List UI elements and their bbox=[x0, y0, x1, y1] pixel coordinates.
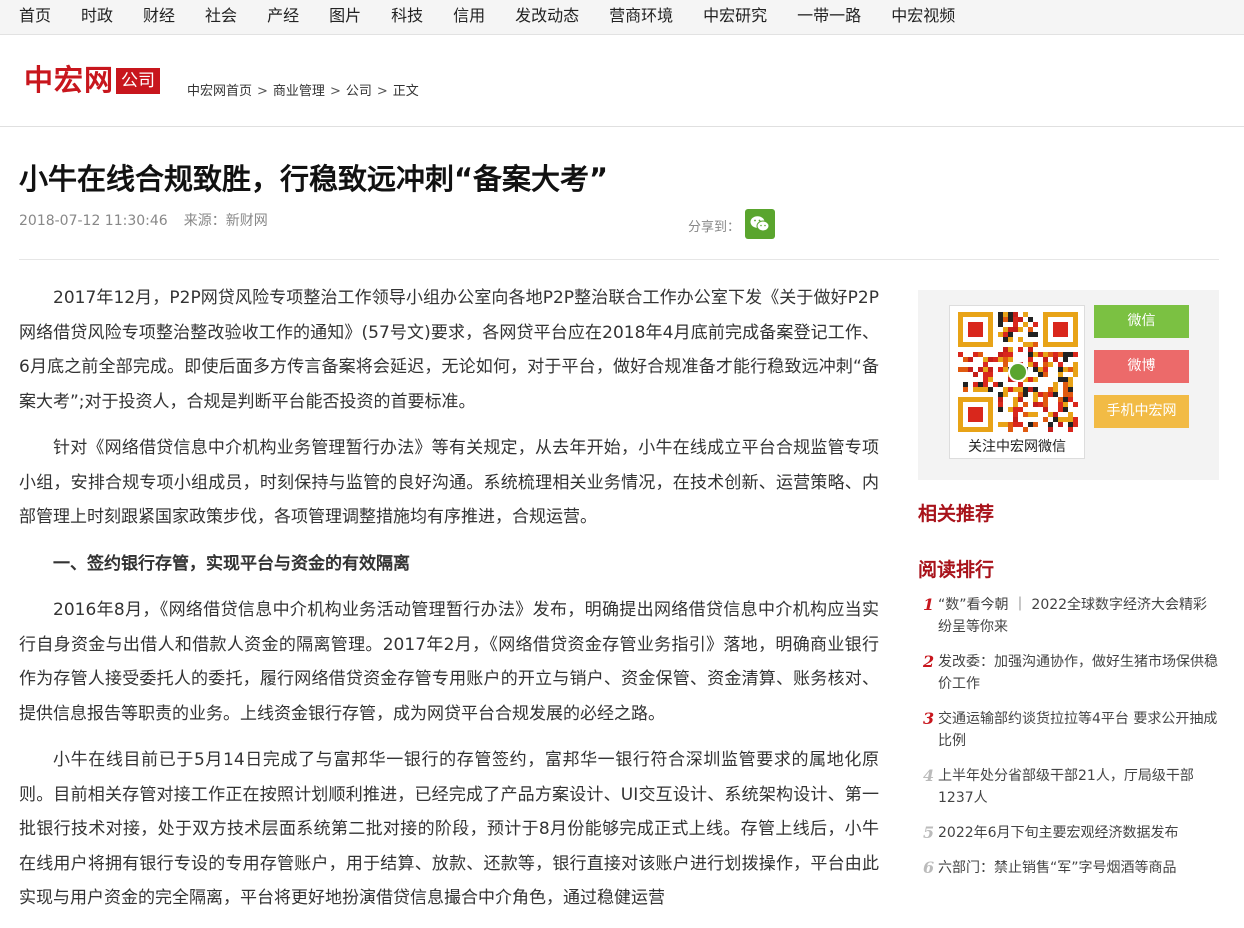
article-datetime: 2018-07-12 11:30:46 bbox=[19, 213, 168, 229]
breadcrumb: 中宏网首页 > 商业管理 > 公司 > 正文 bbox=[187, 80, 419, 99]
ranking-item[interactable]: 4 上半年处分省部级干部21人，厅局级干部1237人 bbox=[918, 765, 1218, 809]
ranking-item[interactable]: 3 交通运输部约谈货拉拉等4平台 要求公开抽成比例 bbox=[918, 708, 1218, 752]
article-paragraph: 小牛在线目前已于5月14日完成了与富邦华一银行的存管签约，富邦华一银行符合深圳监… bbox=[19, 750, 879, 908]
nav-item-ndrc[interactable]: 发改动态 bbox=[515, 0, 579, 32]
nav-item-business-env[interactable]: 营商环境 bbox=[609, 0, 673, 32]
follow-weibo-button[interactable]: 微博 bbox=[1094, 350, 1189, 383]
nav-item-politics[interactable]: 时政 bbox=[81, 0, 113, 32]
share-wechat-button[interactable] bbox=[745, 209, 775, 239]
top-nav: 首页 时政 财经 社会 产经 图片 科技 信用 发改动态 营商环境 中宏研究 一… bbox=[0, 0, 1244, 35]
breadcrumb-business[interactable]: 商业管理 bbox=[273, 84, 325, 99]
follow-mobile-button[interactable]: 手机中宏网 bbox=[1094, 395, 1189, 428]
top-nav-list: 首页 时政 财经 社会 产经 图片 科技 信用 发改动态 营商环境 中宏研究 一… bbox=[0, 0, 1244, 32]
ranking-item-text[interactable]: 发改委：加强沟通协作，做好生猪市场保供稳价工作 bbox=[938, 654, 1218, 692]
rank-number: 1 bbox=[923, 595, 935, 614]
article-subheading: 一、签约银行存管，实现平台与资金的有效隔离 bbox=[53, 553, 410, 574]
article-meta: 2018-07-12 11:30:46 来源：新财网 bbox=[19, 210, 268, 230]
nav-item-tech[interactable]: 科技 bbox=[391, 0, 423, 32]
related-heading: 相关推荐 bbox=[918, 503, 995, 525]
nav-item-credit[interactable]: 信用 bbox=[453, 0, 485, 32]
title-divider bbox=[19, 259, 1219, 260]
nav-item-video[interactable]: 中宏视频 bbox=[891, 0, 955, 32]
qr-code-icon bbox=[958, 312, 1078, 432]
nav-item-belt-road[interactable]: 一带一路 bbox=[797, 0, 861, 32]
article-body: 2017年12月，P2P网贷风险专项整治工作领导小组办公室向各地P2P整治联合工… bbox=[19, 281, 879, 928]
breadcrumb-home[interactable]: 中宏网首页 bbox=[187, 84, 252, 99]
rank-number: 6 bbox=[923, 858, 935, 877]
ranking-item[interactable]: 5 2022年6月下旬主要宏观经济数据发布 bbox=[918, 822, 1218, 844]
rank-number: 3 bbox=[923, 709, 935, 728]
article-paragraph: 2016年8月，《网络借贷信息中介机构业务活动管理暂行办法》发布，明确提出网络借… bbox=[19, 600, 879, 724]
breadcrumb-separator: > bbox=[257, 84, 268, 99]
follow-box: 关注中宏网微信 微信 微博 手机中宏网 bbox=[918, 290, 1219, 480]
breadcrumb-current: 正文 bbox=[392, 84, 419, 99]
ranking-item-text[interactable]: 2022年6月下旬主要宏观经济数据发布 bbox=[938, 825, 1179, 841]
rank-number: 2 bbox=[923, 652, 935, 671]
ranking-list: 1 “数”看今朝 ｜ 2022全球数字经济大会精彩纷呈等你来 2 发改委：加强沟通协… bbox=[918, 594, 1218, 892]
nav-item-society[interactable]: 社会 bbox=[205, 0, 237, 32]
ranking-item[interactable]: 6 六部门：禁止销售“军”字号烟酒等商品 bbox=[918, 857, 1218, 879]
nav-item-industry[interactable]: 产经 bbox=[267, 0, 299, 32]
article-paragraph: 针对《网络借贷信息中介机构业务管理暂行办法》等有关规定，从去年开始，小牛在线成立… bbox=[19, 438, 879, 527]
article-paragraph: 2017年12月，P2P网贷风险专项整治工作领导小组办公室向各地P2P整治联合工… bbox=[19, 288, 879, 412]
ranking-item-text[interactable]: “数”看今朝 ｜ 2022全球数字经济大会精彩纷呈等你来 bbox=[938, 597, 1207, 635]
rank-number: 5 bbox=[923, 823, 935, 842]
article-title: 小牛在线合规致胜，行稳致远冲刺“备案大考” bbox=[19, 162, 609, 196]
ranking-item-text[interactable]: 六部门：禁止销售“军”字号烟酒等商品 bbox=[938, 860, 1177, 876]
rank-number: 4 bbox=[923, 766, 935, 785]
breadcrumb-separator: > bbox=[329, 84, 341, 99]
article-source: 来源：新财网 bbox=[183, 213, 268, 229]
nav-item-research[interactable]: 中宏研究 bbox=[703, 0, 767, 32]
ranking-heading: 阅读排行 bbox=[918, 559, 995, 581]
nav-item-home[interactable]: 首页 bbox=[19, 0, 51, 32]
wechat-icon bbox=[750, 216, 770, 232]
channel-tag[interactable]: 公司 bbox=[116, 68, 160, 94]
ranking-item[interactable]: 2 发改委：加强沟通协作，做好生猪市场保供稳价工作 bbox=[918, 651, 1218, 695]
ranking-item-text[interactable]: 上半年处分省部级干部21人，厅局级干部1237人 bbox=[938, 768, 1194, 806]
share-label: 分享到： bbox=[688, 220, 741, 235]
follow-weixin-button[interactable]: 微信 bbox=[1094, 305, 1189, 338]
ranking-item[interactable]: 1 “数”看今朝 ｜ 2022全球数字经济大会精彩纷呈等你来 bbox=[918, 594, 1218, 638]
ranking-item-text[interactable]: 交通运输部约谈货拉拉等4平台 要求公开抽成比例 bbox=[938, 711, 1217, 749]
nav-item-finance[interactable]: 财经 bbox=[143, 0, 175, 32]
breadcrumb-company[interactable]: 公司 bbox=[346, 84, 372, 99]
qr-caption: 关注中宏网微信 bbox=[968, 439, 1066, 455]
qr-code-card: 关注中宏网微信 bbox=[949, 305, 1085, 459]
site-logo[interactable]: 中宏网 bbox=[24, 63, 114, 97]
breadcrumb-separator: > bbox=[376, 84, 388, 99]
nav-item-pictures[interactable]: 图片 bbox=[329, 0, 361, 32]
site-header: 中宏网 公司 中宏网首页 > 商业管理 > 公司 > 正文 bbox=[0, 35, 1244, 127]
